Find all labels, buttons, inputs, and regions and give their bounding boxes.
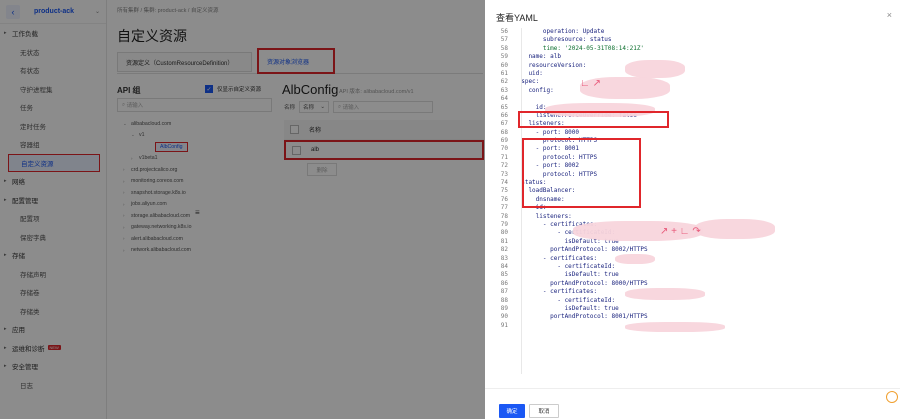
code-line: 83 - certificates:: [485, 255, 900, 263]
code-text: resourceVersion:: [514, 61, 590, 69]
code-line: 89 isDefault: true: [485, 305, 900, 313]
code-text: operation: Update: [514, 28, 605, 35]
line-number: 87: [500, 288, 508, 296]
code-text: subresource: status: [514, 36, 612, 44]
code-text: portAndProtocol: 8000/HTTPS: [514, 279, 648, 287]
line-number: 78: [500, 212, 508, 220]
line-number: 57: [500, 36, 508, 44]
line-number: 70: [500, 145, 508, 153]
cancel-button[interactable]: 取消: [529, 404, 559, 418]
modal-overlay[interactable]: [0, 0, 485, 419]
line-number: 72: [500, 162, 508, 170]
line-number: 80: [500, 229, 508, 237]
code-text: - certificates:: [514, 254, 598, 262]
code-text: - certificateId:: [514, 296, 619, 304]
code-line: 68 - port: 8000: [485, 129, 900, 137]
line-number: 84: [500, 262, 508, 270]
line-number: 71: [500, 153, 508, 161]
code-text: - port: 8000: [514, 128, 580, 136]
line-number: 76: [500, 195, 508, 203]
line-number: 73: [500, 170, 508, 178]
line-number: 60: [500, 61, 508, 69]
redaction-mark: [625, 322, 725, 332]
highlight-box-listeners: [522, 138, 641, 208]
code-line: 59 name: alb: [485, 53, 900, 61]
line-number: 64: [500, 95, 508, 103]
code-text: isDefault: true: [514, 271, 619, 279]
code-line: 63 config:: [485, 87, 900, 95]
code-line: 58 time: '2024-05-31T08:14:21Z': [485, 45, 900, 53]
line-number: 68: [500, 128, 508, 136]
highlight-box-spec-id: [518, 111, 669, 128]
console-app: ‹ product-ack ⌄ ▸ 工作负载 无状态 有状态 守护进程集 任务 定时任务 容器…: [0, 0, 485, 419]
code-text: uid:: [514, 69, 547, 77]
ok-button[interactable]: 确定: [499, 404, 525, 418]
line-number: 74: [500, 179, 508, 187]
line-number: 82: [500, 246, 508, 254]
code-line: 64: [485, 95, 900, 103]
code-line: 60 resourceVersion:: [485, 62, 900, 70]
line-number: 66: [500, 111, 508, 119]
line-number: 63: [500, 86, 508, 94]
line-number: 62: [500, 78, 508, 86]
line-number: 58: [500, 44, 508, 52]
code-text: - certificateId:: [514, 262, 619, 270]
code-line: 85 isDefault: true: [485, 271, 900, 279]
line-number: 85: [500, 271, 508, 279]
line-number: 79: [500, 220, 508, 228]
code-text: - certificates:: [514, 288, 598, 296]
redaction-mark: [695, 219, 775, 239]
code-line: 82 portAndProtocol: 8002/HTTPS: [485, 246, 900, 254]
line-number: 81: [500, 237, 508, 245]
redaction-mark: [625, 60, 685, 78]
code-text: portAndProtocol: 8001/HTTPS: [514, 313, 648, 321]
line-number: 56: [500, 28, 508, 35]
line-number: 67: [500, 120, 508, 128]
yaml-drawer: 查看YAML × 56 operation: Update 57 subresou…: [485, 0, 900, 419]
line-number: 59: [500, 53, 508, 61]
code-line: 57 subresource: status: [485, 36, 900, 44]
scribble-mark: ∟ ↗: [580, 78, 601, 89]
code-text: time: '2024-05-31T08:14:21Z': [514, 44, 645, 52]
line-number: 91: [500, 321, 508, 329]
line-number: 77: [500, 204, 508, 212]
drawer-title: 查看YAML: [496, 13, 538, 23]
line-number: 69: [500, 137, 508, 145]
code-text: config:: [514, 86, 554, 94]
code-line: 86 portAndProtocol: 8000/HTTPS: [485, 280, 900, 288]
line-number: 88: [500, 296, 508, 304]
line-number: 89: [500, 304, 508, 312]
redaction-mark: [625, 288, 705, 300]
code-text: spec:: [514, 78, 540, 86]
code-text: isDefault: true: [514, 304, 619, 312]
help-icon[interactable]: [886, 391, 898, 403]
code-line: 78 listeners:: [485, 213, 900, 221]
code-line: 56 operation: Update: [485, 28, 900, 36]
line-number: 86: [500, 279, 508, 287]
code-line: 62 spec:: [485, 78, 900, 86]
line-number: 75: [500, 187, 508, 195]
line-number: 90: [500, 313, 508, 321]
code-line: 90 portAndProtocol: 8001/HTTPS: [485, 313, 900, 321]
code-line: 61 uid:: [485, 70, 900, 78]
line-number: 61: [500, 69, 508, 77]
code-text: listeners:: [514, 212, 572, 220]
line-number: 83: [500, 254, 508, 262]
drawer-footer: 确定 取消: [485, 388, 900, 419]
redaction-mark: [615, 254, 655, 264]
line-number: 65: [500, 103, 508, 111]
scribble-mark: ↗ + ∟ ↷: [660, 226, 701, 237]
code-line: 84 - certificateId:: [485, 263, 900, 271]
code-line: 81 isDefault: true: [485, 238, 900, 246]
close-icon[interactable]: ×: [887, 10, 892, 20]
